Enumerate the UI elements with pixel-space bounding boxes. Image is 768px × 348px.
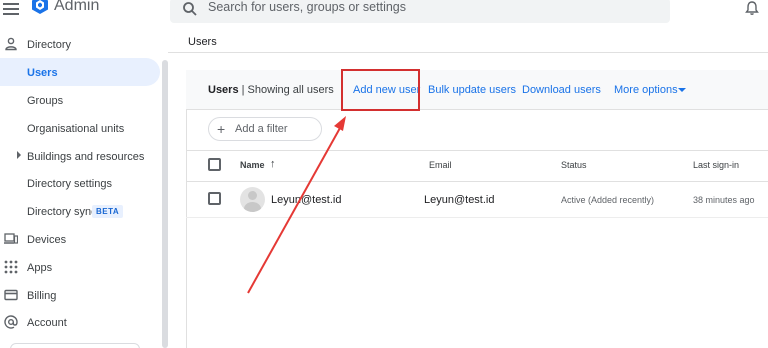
plus-icon: + xyxy=(217,121,226,137)
credit-card-icon xyxy=(4,289,18,301)
sidebar-item-directory[interactable]: Directory xyxy=(0,30,160,58)
column-status-header[interactable]: Status xyxy=(561,160,587,170)
users-card xyxy=(186,70,768,348)
at-sign-icon xyxy=(4,315,18,329)
sort-ascending-icon[interactable]: ↑ xyxy=(270,158,276,170)
sidebar-bottom-panel xyxy=(10,343,140,348)
notifications-bell-icon[interactable] xyxy=(744,0,760,16)
sidebar-item-directory-settings[interactable]: Directory settings xyxy=(0,169,160,197)
sidebar-item-billing[interactable]: Billing xyxy=(0,281,160,309)
column-name-header[interactable]: Name xyxy=(240,160,265,170)
sidebar-item-apps[interactable]: Apps xyxy=(0,253,160,281)
search-input[interactable]: Search for users, groups or settings xyxy=(208,0,406,14)
sidebar-item-account[interactable]: Account xyxy=(0,308,160,336)
sidebar-item-groups[interactable]: Groups xyxy=(0,86,160,114)
devices-icon xyxy=(4,233,18,244)
apps-grid-icon xyxy=(4,260,18,274)
person-icon xyxy=(5,37,17,51)
user-status: Active (Added recently) xyxy=(561,195,655,205)
search-bar[interactable]: Search for users, groups or settings xyxy=(170,0,670,23)
sidebar-item-directory-sync[interactable]: Directory sync xyxy=(0,197,160,225)
dropdown-arrow-icon[interactable] xyxy=(678,88,686,92)
user-name[interactable]: Leyun@test.id xyxy=(271,194,342,206)
top-bar: Admin Search for users, groups or settin… xyxy=(0,0,768,23)
user-last-sign-in: 38 minutes ago xyxy=(693,195,755,205)
sidebar-item-label: Directory sync xyxy=(27,206,97,218)
highlight-box xyxy=(341,69,420,111)
sidebar-item-label: Devices xyxy=(27,234,67,246)
sidebar-item-buildings-and-resources[interactable]: Buildings and resources xyxy=(0,142,160,170)
add-filter-button[interactable]: + Add a filter xyxy=(208,117,322,141)
sidebar-item-label: Directory xyxy=(27,39,72,51)
sidebar-item-label: Account xyxy=(27,317,67,329)
more-options-button[interactable]: More options xyxy=(614,84,678,96)
sidebar-item-label: Directory settings xyxy=(27,178,112,190)
row-divider xyxy=(186,217,768,218)
sidebar-item-label: Users xyxy=(27,67,58,79)
bulk-update-users-button[interactable]: Bulk update users xyxy=(428,84,516,96)
app-brand: Admin xyxy=(54,0,100,14)
title-bold: Users xyxy=(208,84,239,96)
expand-caret-icon[interactable] xyxy=(17,151,21,159)
menu-icon[interactable] xyxy=(3,0,19,16)
sidebar-scrollbar[interactable] xyxy=(162,60,168,348)
sidebar-item-label: Buildings and resources xyxy=(27,151,145,163)
beta-badge: BETA xyxy=(92,205,124,218)
sidebar-item-label: Billing xyxy=(27,290,57,302)
sidebar-item-organisational-units[interactable]: Organisational units xyxy=(0,114,160,142)
download-users-button[interactable]: Download users xyxy=(522,84,601,96)
column-email-header[interactable]: Email xyxy=(429,160,452,170)
page-title: Users | Showing all users xyxy=(208,84,334,96)
row-checkbox[interactable] xyxy=(208,192,221,205)
search-icon xyxy=(183,2,197,16)
avatar xyxy=(240,187,265,212)
sidebar-item-label: Groups xyxy=(27,95,64,107)
user-email: Leyun@test.id xyxy=(424,194,495,206)
select-all-checkbox[interactable] xyxy=(208,158,221,171)
sidebar-item-users[interactable]: Users xyxy=(0,58,160,86)
column-last-sign-in-header[interactable]: Last sign-in xyxy=(693,160,739,170)
title-rest: | Showing all users xyxy=(241,84,334,96)
sidebar-item-label: Apps xyxy=(27,262,53,274)
header-divider xyxy=(168,52,768,53)
admin-logo-icon xyxy=(32,0,48,14)
sidebar-item-devices[interactable]: Devices xyxy=(0,225,160,253)
add-filter-label: Add a filter xyxy=(235,123,288,135)
sidebar-item-label: Organisational units xyxy=(27,123,125,135)
breadcrumb: Users xyxy=(188,36,217,48)
